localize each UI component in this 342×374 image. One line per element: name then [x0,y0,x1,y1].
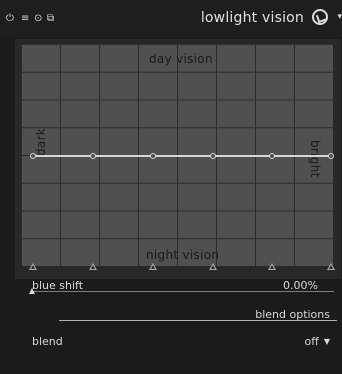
node-position-marker[interactable] [327,263,335,270]
node-position-marker[interactable] [209,263,217,270]
graph-label-top: day vision [149,52,213,66]
reset-icon[interactable]: ⊙ [34,13,42,25]
node-position-marker[interactable] [89,263,97,270]
blend-value: off [304,335,319,348]
module-title: lowlight vision [200,10,304,26]
blue-shift-slider[interactable] [32,291,334,292]
graph-label-right: bright [308,140,322,178]
section-divider [59,320,337,321]
preset-icon[interactable] [312,9,328,25]
node-position-marker[interactable] [149,263,157,270]
module-header: ⏻ ≡ ⊙ ⧉ lowlight vision ▾ [0,0,342,38]
graph-label-left: dark [34,127,48,156]
curve-node[interactable] [30,153,36,159]
blend-label: blend [32,335,63,348]
blend-dropdown[interactable]: off ▼ [305,335,330,348]
curve-node[interactable] [269,153,275,159]
graph-label-bottom: night vision [146,248,220,262]
multi-instance-icon[interactable]: ≡ [21,13,29,25]
curve-node[interactable] [90,153,96,159]
node-position-marker[interactable] [29,263,37,270]
blue-shift-slider-handle[interactable] [29,288,35,294]
power-icon[interactable]: ⏻ [6,13,14,25]
presets-menu-icon[interactable]: ⧉ [47,13,54,25]
curve-node[interactable] [328,153,334,159]
curve-line [33,155,333,157]
curve-node[interactable] [150,153,156,159]
node-position-marker[interactable] [268,263,276,270]
curve-node[interactable] [210,153,216,159]
chevron-down-icon: ▼ [323,337,330,346]
more-icon[interactable]: ▾ [337,12,342,22]
